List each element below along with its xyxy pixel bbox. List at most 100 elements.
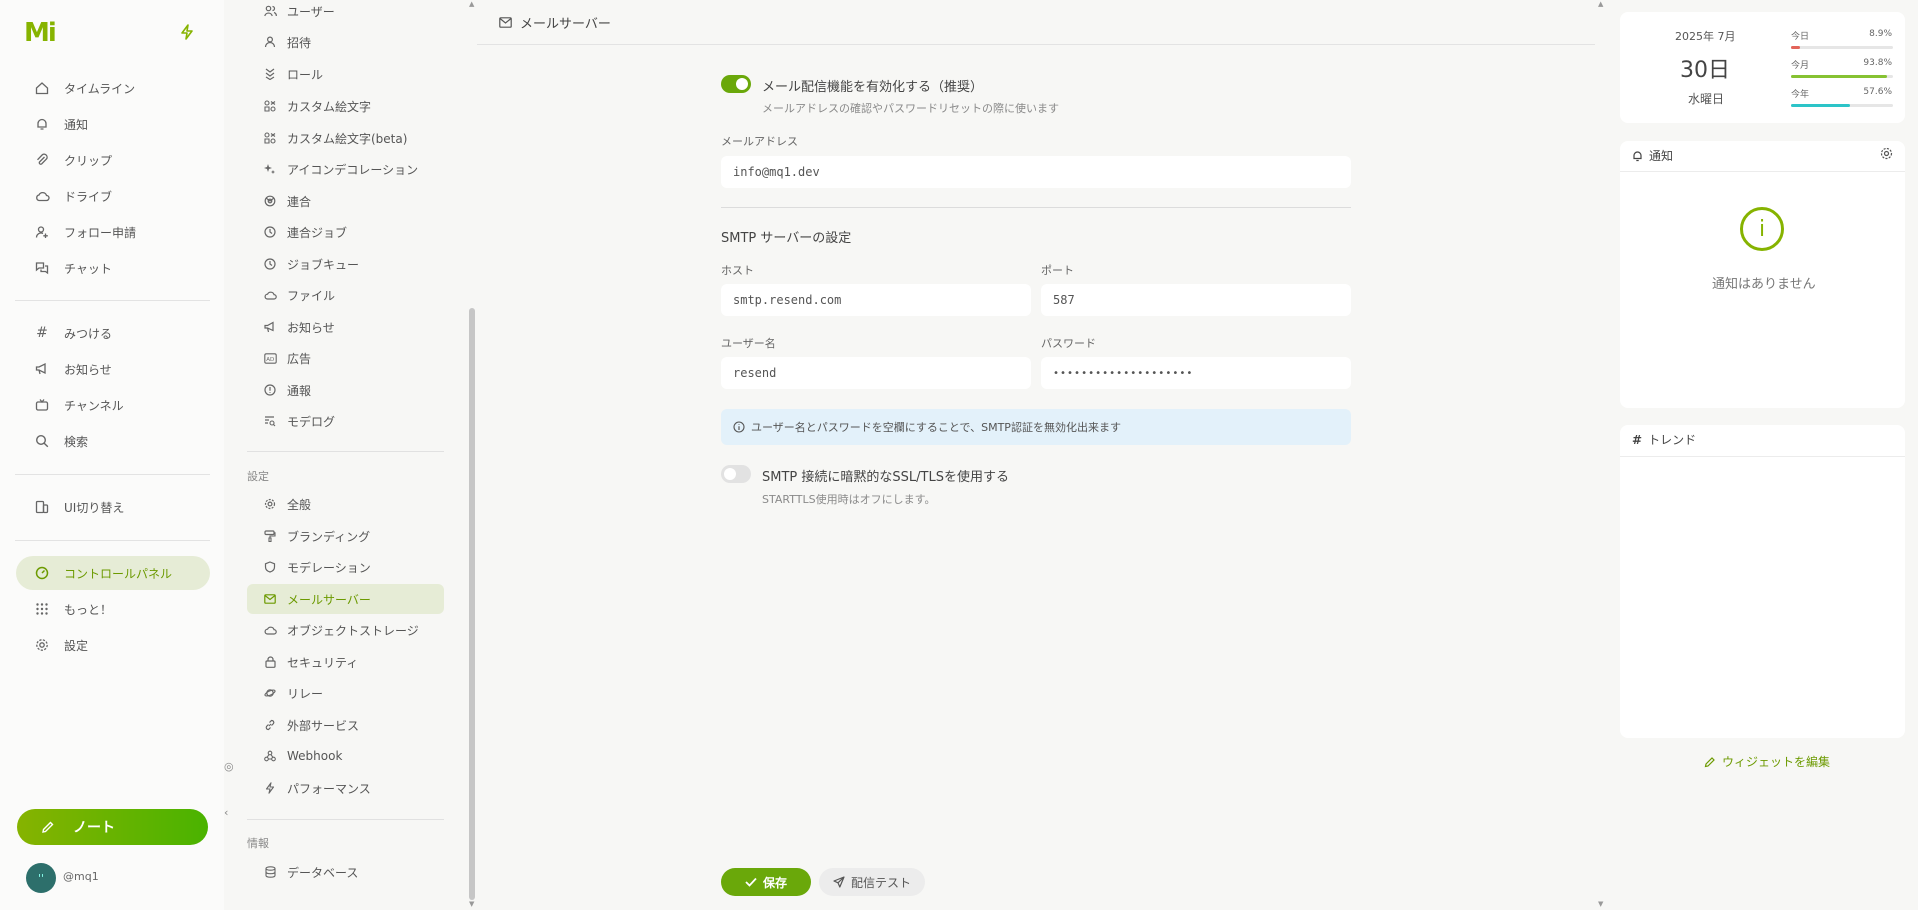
avatar[interactable]: '' [26, 863, 56, 893]
host-field[interactable]: smtp.resend.com [721, 284, 1031, 316]
menu-item-avatar-decorations[interactable]: アイコンデコレーション [247, 154, 444, 184]
send-test-label: 配信テスト [850, 875, 911, 890]
home-icon [34, 80, 50, 96]
note-button[interactable]: ノート [17, 809, 208, 845]
clock-icon [263, 225, 277, 239]
menu-item-reports[interactable]: 通報 [247, 375, 444, 405]
pencil-icon [1704, 756, 1716, 768]
menu-item-webhook[interactable]: Webhook [247, 741, 444, 771]
emoji-grid-icon [263, 131, 277, 145]
menu-scrollbar[interactable] [469, 308, 475, 900]
nav-item-drive[interactable]: ドライブ [16, 179, 210, 213]
users-icon [263, 4, 277, 18]
ssl-tls-caption: STARTTLS使用時はオフにします。 [762, 493, 936, 506]
nav-item-explore[interactable]: # みつける [16, 316, 210, 350]
trends-widget-header: # トレンド [1632, 431, 1696, 448]
menu-item-announcements[interactable]: お知らせ [247, 312, 444, 342]
menu-item-custom-emoji-beta[interactable]: カスタム絵文字(beta) [247, 123, 444, 153]
main-scroll-down-icon[interactable]: ▼ [1598, 900, 1603, 908]
nav-item-announcements[interactable]: お知らせ [16, 352, 210, 386]
save-button[interactable]: 保存 [721, 868, 811, 896]
collapse-toggle-icon[interactable]: ◎ [224, 760, 234, 773]
menu-item-performance[interactable]: パフォーマンス [247, 773, 444, 803]
gear-icon [263, 497, 277, 511]
menu-label: パフォーマンス [287, 781, 371, 796]
port-label: ポート [1041, 264, 1074, 277]
nav-item-search[interactable]: 検索 [16, 424, 210, 458]
menu-label: リレー [287, 686, 324, 701]
hash-icon: # [1632, 432, 1643, 447]
edit-widgets-button[interactable]: ウィジェットを編集 [1704, 753, 1830, 770]
toggle-knob [736, 78, 748, 90]
menu-item-invites[interactable]: 招待 [247, 27, 444, 57]
password-field[interactable]: •••••••••••••••••••• [1041, 357, 1351, 389]
email-enable-caption: メールアドレスの確認やパスワードリセットの際に使います [762, 102, 1059, 115]
menu-item-moderation[interactable]: モデレーション [247, 552, 444, 582]
gear-icon[interactable] [1880, 147, 1893, 160]
alert-circle-icon [263, 383, 277, 397]
menu-item-branding[interactable]: ブランディング [247, 521, 444, 551]
progress-fill-month [1791, 75, 1887, 78]
port-field[interactable]: 587 [1041, 284, 1351, 316]
menu-label: 外部サービス [287, 718, 360, 733]
notifications-widget-title: 通知 [1649, 149, 1674, 163]
menu-item-federation-jobs[interactable]: 連合ジョブ [247, 217, 444, 247]
ssl-tls-toggle[interactable] [721, 465, 751, 483]
mail-icon [263, 592, 277, 606]
nav-item-timeline[interactable]: タイムライン [16, 71, 210, 105]
nav-item-ui-switch[interactable]: UI切り替え [16, 490, 210, 524]
stat-value-month: 93.8% [1863, 58, 1892, 68]
toggle-knob [724, 468, 736, 480]
menu-item-mod-log[interactable]: モデログ [247, 406, 444, 436]
email-address-field[interactable]: info@mq1.dev [721, 156, 1351, 188]
nav-item-channels[interactable]: チャンネル [16, 388, 210, 422]
nav-item-settings[interactable]: 設定 [16, 628, 210, 662]
nav-item-control-panel[interactable]: コントロールパネル [16, 556, 210, 590]
menu-item-general[interactable]: 全般 [247, 489, 444, 519]
menu-item-external-services[interactable]: 外部サービス [247, 710, 444, 740]
menu-item-custom-emoji[interactable]: カスタム絵文字 [247, 91, 444, 121]
menu-item-files[interactable]: ファイル [247, 280, 444, 310]
nav-label: お知らせ [64, 362, 112, 377]
nav-item-follow-requests[interactable]: フォロー申請 [16, 215, 210, 249]
stat-label-today: 今日 [1791, 32, 1810, 42]
send-test-button[interactable]: 配信テスト [819, 868, 925, 896]
paint-roller-icon [263, 529, 277, 543]
scroll-down-arrow-icon[interactable]: ▼ [469, 900, 474, 908]
scroll-up-arrow-icon[interactable]: ▲ [469, 0, 474, 8]
info-icon [733, 421, 745, 433]
email-enable-label: メール配信機能を有効化する（推奨） [762, 80, 984, 95]
nav-label: コントロールパネル [64, 566, 173, 581]
menu-label: ジョブキュー [287, 257, 360, 272]
nav-divider [15, 300, 210, 301]
menu-item-email-server[interactable]: メールサーバー [247, 584, 444, 614]
menu-item-job-queue[interactable]: ジョブキュー [247, 249, 444, 279]
menu-item-ads[interactable]: AD 広告 [247, 343, 444, 373]
username-field[interactable]: resend [721, 357, 1031, 389]
menu-item-federation[interactable]: 連合 [247, 186, 444, 216]
nav-item-clips[interactable]: クリップ [16, 143, 210, 177]
calendar-day: 30日 [1680, 58, 1730, 83]
menu-item-object-storage[interactable]: オブジェクトストレージ [247, 615, 444, 645]
menu-item-database[interactable]: データベース [247, 857, 444, 887]
chevron-left-icon[interactable]: ‹ [224, 806, 228, 819]
menu-item-security[interactable]: セキュリティ [247, 647, 444, 677]
note-button-label: ノート [73, 820, 115, 836]
menu-item-roles[interactable]: ロール [247, 59, 444, 89]
nav-item-more[interactable]: もっと！ [16, 592, 210, 626]
nav-item-chat[interactable]: チャット [16, 251, 210, 285]
app-logo[interactable]: Mi [24, 18, 58, 48]
nav-item-notifications[interactable]: 通知 [16, 107, 210, 141]
nav-label: 通知 [64, 117, 89, 132]
stat-label-month: 今月 [1791, 61, 1810, 71]
paperclip-icon [34, 152, 50, 168]
ssl-tls-label: SMTP 接続に暗黙的なSSL/TLSを使用する [762, 470, 1009, 485]
menu-item-users[interactable]: ユーザー [247, 0, 444, 26]
nav-label: 設定 [64, 638, 89, 653]
email-enable-toggle[interactable] [721, 75, 751, 93]
lightning-icon[interactable] [180, 24, 194, 40]
main-scroll-up-icon[interactable]: ▲ [1598, 0, 1603, 8]
menu-label: ファイル [287, 288, 336, 303]
user-handle[interactable]: @mq1 [63, 870, 99, 883]
menu-item-relays[interactable]: リレー [247, 678, 444, 708]
